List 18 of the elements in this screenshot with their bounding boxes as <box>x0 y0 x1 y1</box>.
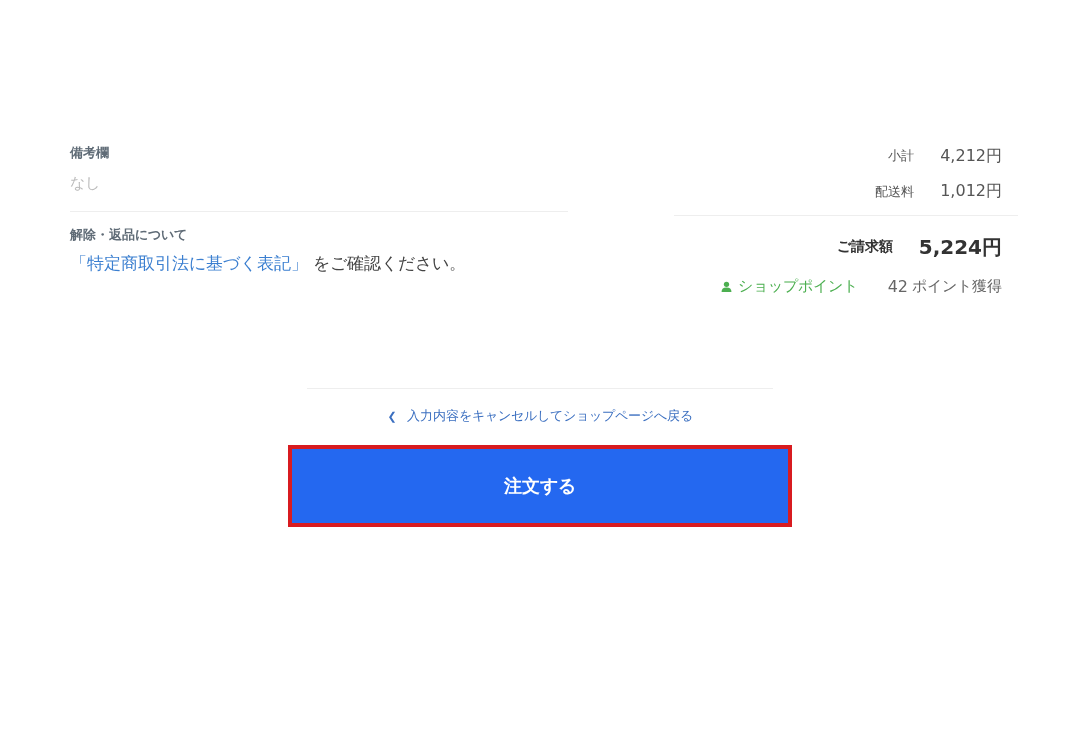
order-button[interactable]: 注文する <box>288 445 792 527</box>
shop-points-label: ショップポイント <box>737 276 858 296</box>
summary-value: 1,012円 <box>940 181 1002 202</box>
remarks-value: なし <box>70 174 101 193</box>
summary-label: 配送料 <box>875 182 915 201</box>
person-icon <box>720 280 732 292</box>
remarks-label: 備考欄 <box>70 144 110 162</box>
total-label: ご請求額 <box>836 238 893 256</box>
legal-notice-link[interactable]: 「特定商取引法に基づく表記」 <box>70 253 308 273</box>
points-number: 42 <box>887 276 908 296</box>
summary-label: 小計 <box>888 147 915 165</box>
returns-label: 解除・返品について <box>70 226 188 244</box>
points-earned: ポイント獲得 <box>912 276 1002 296</box>
summary-value: 4,212円 <box>940 145 1002 167</box>
returns-notice: 「特定商取引法に基づく表記」 をご確認ください。 <box>70 252 468 275</box>
back-link[interactable]: ❮ 入力内容をキャンセルしてショップページへ戻る <box>387 407 693 425</box>
total-value: 5,224円 <box>918 233 1002 261</box>
chevron-left-icon: ❮ <box>387 409 397 423</box>
